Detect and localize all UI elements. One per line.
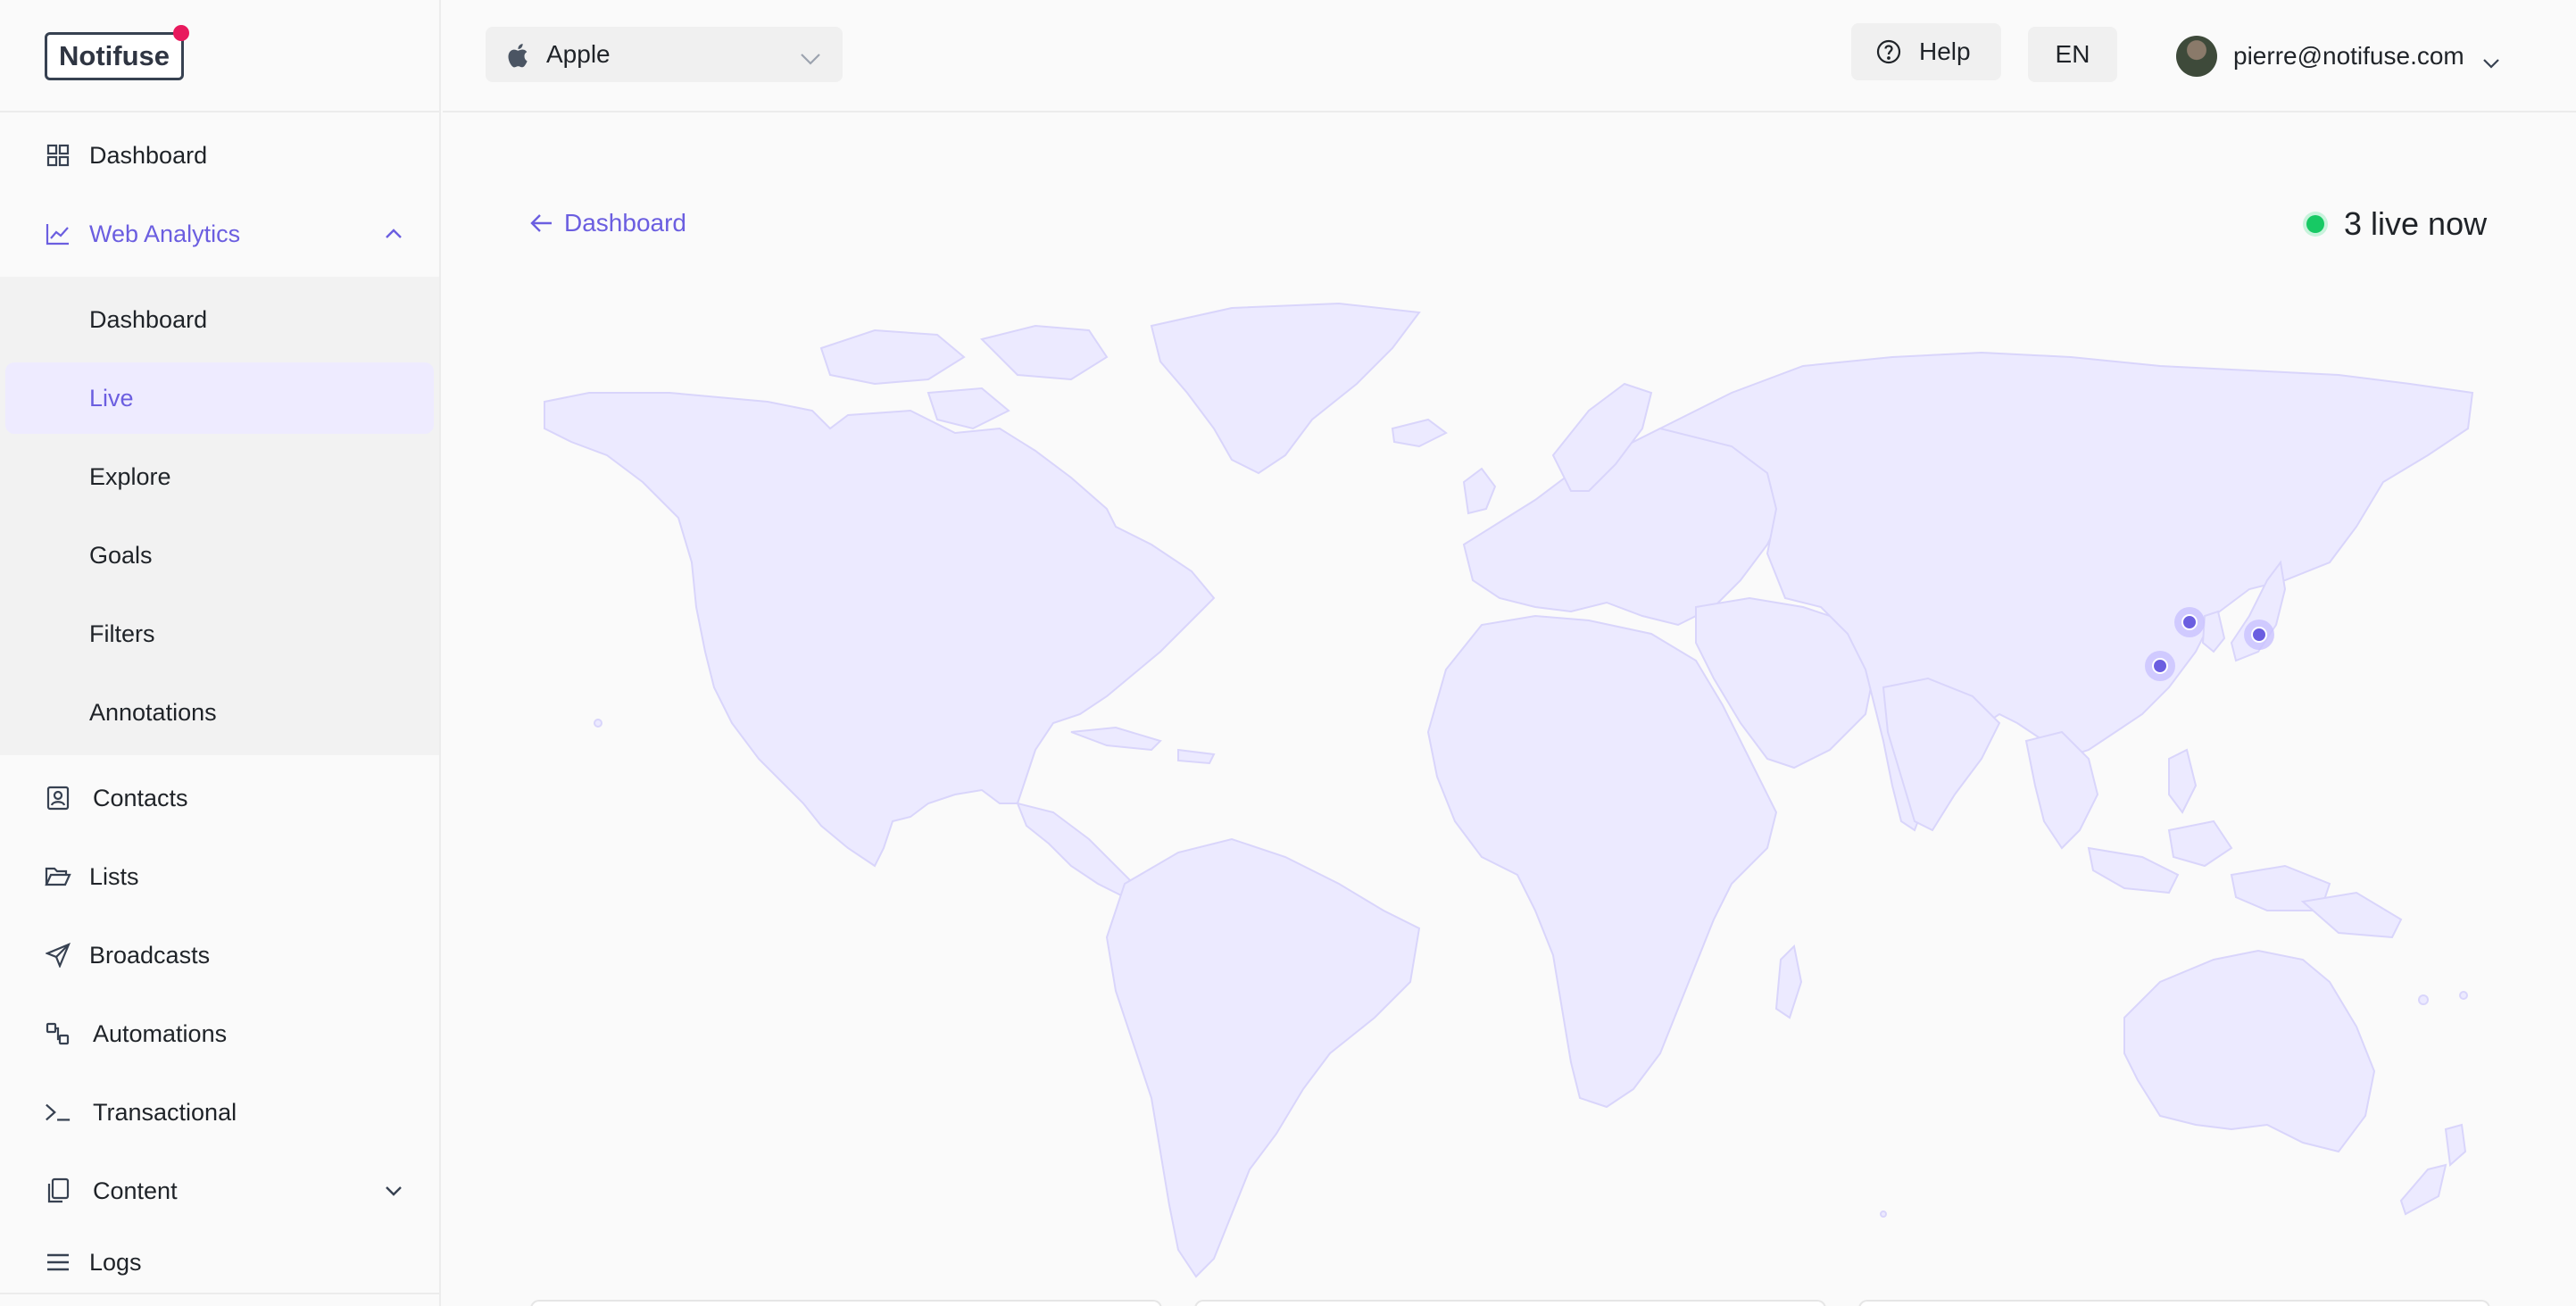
sidebar-item-label: Content [93,1177,178,1204]
apple-icon [507,43,528,68]
map-region-korea [2201,610,2226,653]
brand-area: Notifuse [0,0,439,112]
sidebar-item-transactional[interactable]: Transactional [0,1074,439,1151]
list-lines-icon [45,1249,71,1276]
sidebar-item-dashboard[interactable]: Dashboard [0,117,439,194]
sidebar-item-label: Logs [89,1248,142,1276]
web-analytics-submenu: Dashboard Live Explore Goals Filters Ann… [0,277,439,755]
user-menu[interactable]: pierre@notifuse.com [2176,34,2502,79]
arrow-left-icon [530,212,553,235]
sidebar-item-web-analytics[interactable]: Web Analytics [0,195,439,272]
live-visitor-marker[interactable] [2244,620,2274,650]
sidebar: Notifuse Dashboard Web Analytics Dashboa… [0,0,441,1306]
contact-card-icon [45,785,71,811]
sidebar-subitem-label: Goals [89,541,153,569]
chevron-down-icon [2482,46,2502,69]
avatar [2176,36,2217,77]
chevron-down-icon [800,43,821,65]
map-region-australia [2123,949,2376,1153]
notification-dot [173,25,189,41]
map-region-island [594,719,602,728]
terminal-icon [45,1099,71,1126]
top-header: Apple Help EN pierre@notifuse.com [443,0,2576,112]
paper-plane-icon [45,942,71,969]
chevron-up-icon[interactable] [384,224,403,244]
sidebar-item-label: Dashboard [89,141,208,169]
back-to-dashboard-link[interactable]: Dashboard [530,209,686,237]
user-email: pierre@notifuse.com [2233,42,2464,70]
map-region-central-america [1016,802,1135,899]
sidebar-subitem-label: Explore [89,462,171,490]
map-region-island [1880,1210,1887,1218]
dashboard-grid-icon [45,142,71,169]
map-region-greenland [1150,302,1421,475]
sidebar-item-label: Transactional [93,1098,237,1126]
sidebar-subitem-explore[interactable]: Explore [0,441,439,512]
map-region-indonesia [2167,819,2233,868]
sidebar-subitem-annotations[interactable]: Annotations [0,677,439,748]
stats-card [1858,1300,2490,1306]
live-visitor-marker[interactable] [2174,607,2205,637]
map-region-caribbean [1070,726,1162,752]
map-region-south-america [1105,837,1421,1278]
sidebar-item-label: Automations [93,1019,228,1047]
sidebar-item-lists[interactable]: Lists [0,838,439,915]
map-region-indonesia [2087,846,2180,894]
help-button-label: Help [1919,37,1971,65]
sidebar-item-automations[interactable]: Automations [0,995,439,1072]
sidebar-subitem-filters[interactable]: Filters [0,598,439,670]
question-circle-icon [1876,39,1901,64]
map-region-new-zealand [2444,1123,2467,1168]
live-status-dot [2306,215,2324,233]
live-visitor-marker[interactable] [2145,651,2175,681]
brand-logo[interactable]: Notifuse [45,32,184,80]
chart-line-icon [45,220,71,247]
map-region-arctic-islands [927,387,1010,430]
language-button[interactable]: EN [2028,27,2117,82]
sidebar-subitem-label: Annotations [89,698,217,726]
map-region-uk [1462,467,1497,515]
stats-card [1194,1300,1826,1306]
chevron-down-icon[interactable] [384,1181,403,1201]
sidebar-divider [0,1293,439,1294]
sidebar-subitem-label: Dashboard [89,305,208,333]
sidebar-item-label: Contacts [93,784,188,811]
map-region-island [2418,994,2429,1005]
sidebar-subitem-live[interactable]: Live [5,362,434,434]
map-region-new-zealand [2399,1163,2447,1216]
copy-pages-icon [45,1177,71,1204]
folder-open-icon [45,863,71,890]
sidebar-item-label: Broadcasts [89,941,211,969]
map-region-madagascar [1774,944,1803,1019]
sidebar-subitem-label: Filters [89,620,155,647]
back-link-label: Dashboard [564,209,686,237]
stats-card [530,1300,1162,1306]
map-region-arctic-islands [980,324,1109,381]
automation-flow-icon [45,1020,71,1047]
organization-select-value: Apple [546,40,611,68]
sidebar-subitem-goals[interactable]: Goals [0,520,439,591]
help-button[interactable]: Help [1851,23,2001,80]
sidebar-item-content[interactable]: Content [0,1152,439,1229]
live-visitors-text: 3 live now [2344,205,2488,242]
sidebar-item-label: Web Analytics [89,220,241,247]
map-region-new-guinea [2300,891,2403,939]
organization-select[interactable]: Apple [486,27,843,82]
sidebar-subitem-label: Live [89,384,134,412]
map-region-philippines [2168,748,2198,814]
map-region-iceland [1391,418,1448,448]
sidebar-item-contacts[interactable]: Contacts [0,760,439,836]
sidebar-subitem-dashboard[interactable]: Dashboard [0,284,439,355]
map-region-caribbean [1177,748,1216,765]
live-visitors-indicator: 3 live now [2306,205,2487,243]
map-region-north-america [544,392,1216,868]
map-region-island [2459,991,2468,1000]
sidebar-item-broadcasts[interactable]: Broadcasts [0,917,439,994]
world-map[interactable] [536,295,2481,1294]
map-region-arctic-islands [819,329,966,386]
sidebar-item-label: Lists [89,862,139,890]
sidebar-item-logs[interactable]: Logs [0,1231,439,1294]
